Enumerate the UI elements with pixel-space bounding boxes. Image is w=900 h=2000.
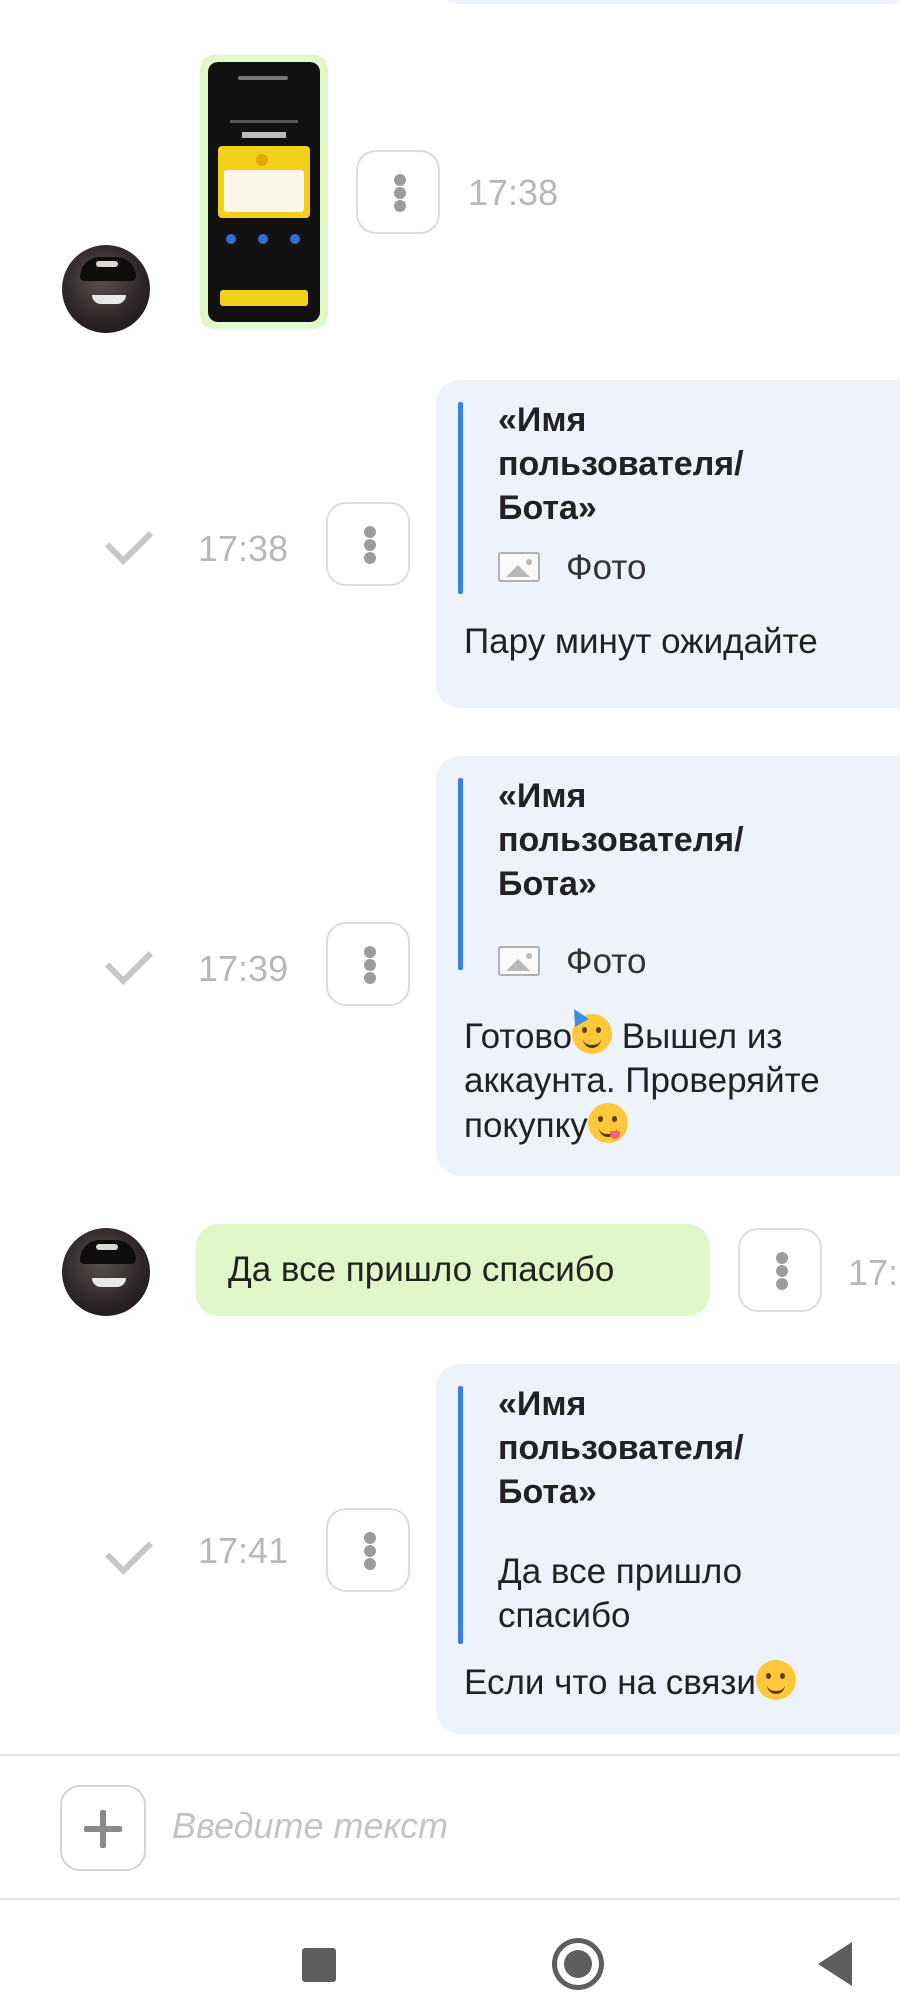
message-text-part: Вышел из — [612, 1017, 783, 1056]
quote-text: Фото — [566, 942, 647, 981]
image-icon — [498, 552, 540, 582]
outgoing-message[interactable]: «Имя пользователя/ Бота» Да все пришло с… — [436, 1364, 900, 1734]
attach-button[interactable] — [60, 1785, 146, 1871]
back-button[interactable] — [818, 1942, 852, 1986]
incoming-message[interactable]: Да все пришло спасибо — [196, 1224, 710, 1316]
message-text-part: Готово — [464, 1017, 573, 1056]
message-time: 17:38 — [198, 528, 289, 569]
outgoing-message[interactable]: «Имя пользователя/ Бота» Фото Пару минут… — [436, 380, 900, 708]
message-menu-button[interactable] — [326, 922, 410, 1006]
message-menu-button[interactable] — [326, 502, 410, 586]
recents-button[interactable] — [302, 1948, 336, 1982]
quote-author: «Имя пользователя/ Бота» — [498, 777, 744, 903]
message-text: Если что на связи — [464, 1660, 894, 1705]
check-icon — [104, 936, 154, 986]
outgoing-message[interactable]: «Имя пользователя/ Бота» Фото Готово Выш… — [436, 756, 900, 1176]
party-face-emoji — [567, 1005, 613, 1054]
image-icon — [498, 946, 540, 976]
message-time: 17:38 — [468, 172, 559, 213]
message-text-part: Если что на связи — [464, 1663, 756, 1702]
message-menu-button[interactable] — [326, 1508, 410, 1592]
yum-face-emoji — [587, 1103, 628, 1143]
message-time: 17: — [848, 1252, 899, 1293]
message-text-part: покупку — [464, 1106, 588, 1145]
quote-author: «Имя пользователя/ Бота» — [498, 401, 744, 527]
system-nav-bar — [0, 1900, 900, 2000]
message-text: Готово Вышел из аккаунта. Проверяйте пок… — [464, 1005, 894, 1148]
quote-accent-bar — [458, 1386, 463, 1644]
message-input[interactable] — [170, 1795, 874, 1857]
quote-text: Да все пришло спасибо — [498, 1552, 743, 1635]
photo-thumbnail[interactable] — [208, 62, 320, 322]
previous-message-bubble — [440, 0, 900, 4]
check-icon — [104, 1526, 154, 1576]
message-text: Пару минут ожидайте — [464, 622, 818, 661]
quote-accent-bar — [458, 778, 463, 970]
message-text-line: аккаунта. Проверяйте — [464, 1061, 820, 1100]
wink-face-emoji — [755, 1660, 796, 1700]
quote-text: Фото — [566, 548, 647, 587]
message-time: 17:39 — [198, 948, 289, 989]
home-button[interactable] — [552, 1938, 604, 1990]
message-menu-button[interactable] — [738, 1228, 822, 1312]
avatar[interactable] — [62, 245, 150, 333]
message-time: 17:41 — [198, 1530, 289, 1571]
check-icon — [104, 516, 154, 566]
message-text: Да все пришло спасибо — [228, 1250, 615, 1289]
avatar[interactable] — [62, 1228, 150, 1316]
quote-author: «Имя пользователя/ Бота» — [498, 1385, 744, 1511]
composer-divider — [0, 1754, 900, 1756]
quote-accent-bar — [458, 402, 463, 594]
message-menu-button[interactable] — [356, 150, 440, 234]
